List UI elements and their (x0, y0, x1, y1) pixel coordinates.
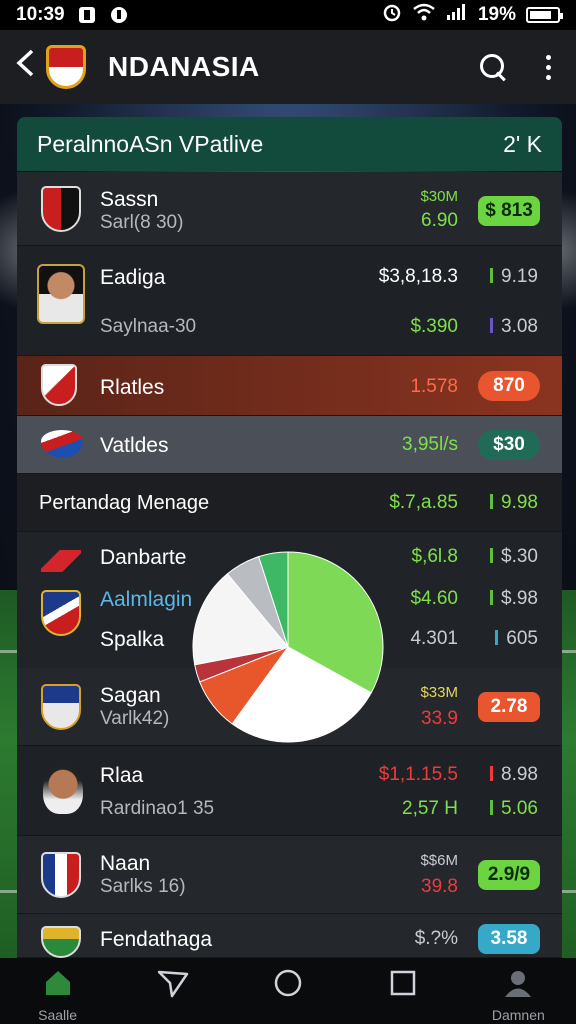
club-logo (46, 45, 86, 89)
profile-icon (503, 968, 533, 1003)
row-value-2: $.390 (410, 316, 458, 337)
row-rank: 9.19 (490, 266, 538, 288)
signal-icon (446, 3, 468, 27)
row-sub: Rardinao1 35 (100, 798, 215, 819)
row-sub: Sarlks 16) (100, 876, 186, 897)
nav-home-label: Saalle (38, 1007, 78, 1023)
list-item[interactable]: Naan Sarlks 16) $$6M 39.8 2.9/9 (17, 836, 562, 914)
row-value-2: 33.9 (421, 708, 458, 729)
back-arrow-icon[interactable] (14, 48, 40, 87)
list-item[interactable]: Vatldes 3,95l/s $30 (17, 416, 562, 474)
row-value: $33M (420, 684, 458, 701)
team-crest (41, 590, 81, 636)
search-icon[interactable] (478, 52, 508, 82)
value-badge: 870 (478, 371, 540, 401)
row-name: Aalmlagin (100, 588, 193, 611)
section-header: Pertandag Menage $.7,a.85 9.98 (17, 474, 562, 532)
team-crest (41, 186, 81, 232)
value-badge: $ 813 (478, 196, 540, 226)
section-value: $.7,a.85 (389, 492, 458, 513)
row-rank: 8.98 (490, 764, 538, 786)
value-badge: 2.78 (478, 692, 540, 722)
nav-profile[interactable]: Damnen (468, 968, 568, 1023)
status-bar: 10:39 19% (0, 0, 576, 30)
alarm-icon (382, 2, 402, 28)
battery-percent: 19% (477, 4, 516, 25)
app-title: NDANASIA (108, 51, 260, 82)
nav-square[interactable] (353, 968, 453, 1003)
team-crest (41, 852, 81, 898)
row-sub: Saylnaa-30 (100, 316, 197, 337)
app-status-icon (109, 5, 129, 25)
row-name: Eadiga (100, 266, 166, 289)
row-value: $30M (420, 188, 458, 205)
value-badge: $30 (478, 430, 540, 460)
notification-icon (77, 5, 97, 25)
row-rank: $.30 (490, 546, 538, 568)
send-icon (157, 968, 189, 1003)
row-value: $.?% (414, 928, 458, 949)
square-icon (388, 968, 418, 1003)
list-item[interactable]: Eadiga Saylnaa-30 $3,8,18.3 $.390 9.19 3… (17, 246, 562, 356)
row-value: $4.60 (410, 588, 458, 609)
row-value-2: 39.8 (421, 876, 458, 897)
row-value: $1,1.15.5 (378, 764, 458, 785)
row-value-2: 2,57 H (402, 798, 458, 819)
value-badge: 3.58 (478, 924, 540, 954)
row-value: 1.578 (410, 376, 458, 397)
row-value: $,6l.8 (411, 546, 458, 567)
section-title: Pertandag Menage (39, 492, 210, 514)
player-avatar (43, 766, 83, 814)
row-value: 3,95l/s (402, 434, 458, 455)
row-sub: Varlk42) (100, 708, 170, 729)
header-value: 2' K (503, 130, 542, 157)
row-name: Fendathaga (100, 928, 213, 951)
row-value: 4.301 (410, 628, 458, 649)
status-time: 10:39 (16, 4, 65, 25)
row-name: Rlaa (100, 764, 144, 787)
row-name: Naan (100, 852, 151, 875)
header-title: PeralnnoASn VPatlive (37, 130, 264, 157)
more-vert-icon[interactable] (546, 54, 552, 80)
nav-home[interactable]: Saalle (8, 968, 108, 1023)
circle-icon (273, 968, 303, 1003)
app-bar: NDANASIA (0, 30, 576, 104)
list-item[interactable]: Sassn Sarl(8 30) $30M 6.90 $ 813 (17, 172, 562, 246)
row-name: Vatldes (100, 434, 169, 457)
row-name: Rlatles (100, 376, 165, 399)
row-name: Danbarte (100, 546, 187, 569)
nav-circle[interactable] (238, 968, 338, 1003)
bottom-nav: Saalle Damnen (0, 958, 576, 1024)
row-name: Sassn (100, 188, 159, 211)
share-pie-chart (191, 547, 385, 747)
list-item[interactable]: Rlatles 1.578 870 (17, 356, 562, 416)
value-badge: 2.9/9 (478, 860, 540, 890)
team-crest (41, 926, 81, 958)
row-value: $$6M (420, 852, 458, 869)
team-crest (41, 684, 81, 730)
home-icon (43, 968, 73, 1003)
row-sub: Sarl(8 30) (100, 212, 184, 233)
row-name: Sagan (100, 684, 161, 707)
team-crest (41, 430, 83, 458)
team-crest (41, 364, 77, 406)
list-item[interactable]: Rlaa Rardinao1 35 $1,1.15.5 2,57 H 8.98 … (17, 746, 562, 836)
row-name: Spalka (100, 628, 165, 651)
flag-emblem (41, 550, 81, 572)
nav-profile-label: Damnen (491, 1007, 545, 1023)
section-value-2: 9.98 (490, 492, 538, 514)
player-avatar (37, 264, 85, 324)
leaderboard-header: PeralnnoASn VPatlive 2' K (17, 117, 562, 171)
list-item[interactable]: Fendathaga $.?% 3.58 (17, 914, 562, 958)
row-rank-2: 3.08 (490, 316, 538, 338)
row-rank-2: 5.06 (490, 798, 538, 820)
row-rank: 605 (495, 628, 538, 650)
pie-chart-svg (192, 551, 384, 743)
battery-icon (526, 7, 563, 23)
nav-send[interactable] (123, 968, 223, 1003)
row-rank: $.98 (490, 588, 538, 610)
row-value: $3,8,18.3 (378, 266, 458, 287)
row-value-2: 6.90 (421, 210, 458, 231)
wifi-icon (412, 3, 436, 27)
